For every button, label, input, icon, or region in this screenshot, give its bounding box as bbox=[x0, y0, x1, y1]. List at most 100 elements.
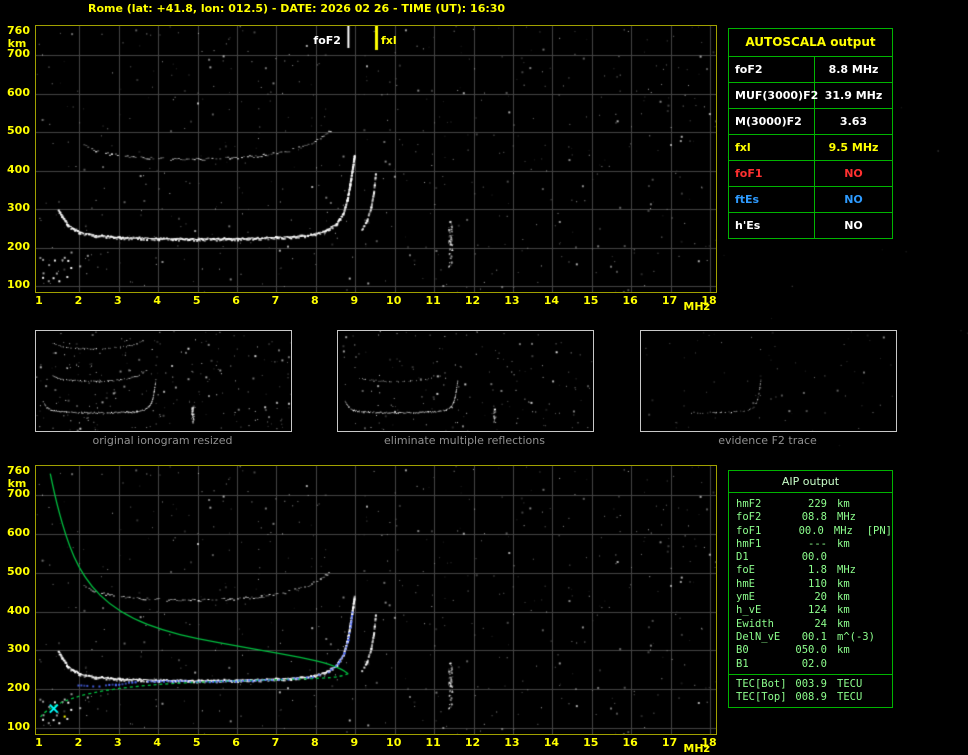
param-extra bbox=[871, 498, 892, 511]
x-tick-label: 2 bbox=[74, 294, 83, 307]
param-value: 20 bbox=[814, 591, 827, 604]
autoscala-row: M(3000)F2 3.63 bbox=[729, 108, 892, 134]
x-tick-label: 14 bbox=[543, 736, 559, 749]
fof2-marker-label: foF2 bbox=[313, 34, 341, 47]
param-unit bbox=[827, 551, 871, 564]
x-tick-label: 17 bbox=[661, 294, 678, 307]
x-tick-label: 6 bbox=[232, 736, 240, 749]
x-tick-label: 14 bbox=[543, 294, 559, 307]
param-value: 124 bbox=[808, 604, 827, 617]
param-label: D1 bbox=[736, 551, 749, 564]
param-unit: TECU bbox=[837, 691, 863, 704]
x-tick-label: 10 bbox=[386, 736, 402, 749]
thumbnail-caption: original ionogram resized bbox=[92, 434, 233, 447]
x-tick-label: 1 bbox=[35, 294, 43, 307]
param-unit: TECU bbox=[837, 677, 863, 690]
aip-separator bbox=[729, 673, 892, 675]
x-tick-label: 8 bbox=[311, 736, 319, 749]
aip-row: foF1 00.0 MHz [PN] bbox=[729, 525, 892, 538]
thumbnail-caption: evidence F2 trace bbox=[718, 434, 817, 447]
x-axis-unit: MHz bbox=[683, 300, 710, 313]
aip-row: hmF2 229 km bbox=[729, 498, 892, 511]
fxl-marker-label: fxl bbox=[381, 34, 397, 47]
y-tick-label: 760 bbox=[7, 24, 30, 37]
autoscala-window: Rome (lat: +41.8, lon: 012.5) - DATE: 20… bbox=[0, 0, 968, 755]
param-unit bbox=[827, 658, 871, 671]
param-unit: km bbox=[837, 591, 850, 604]
autoscala-row: MUF(3000)F2 31.9 MHz bbox=[729, 82, 892, 108]
param-extra bbox=[871, 591, 892, 604]
top-ionogram-panel bbox=[35, 25, 717, 293]
param-value: NO bbox=[844, 193, 863, 206]
ionogram-canvas bbox=[36, 26, 716, 292]
aip-table-title: AIP output bbox=[729, 471, 892, 493]
x-tick-label: 11 bbox=[425, 294, 441, 307]
param-label: B0 bbox=[736, 644, 749, 657]
x-tick-label: 5 bbox=[192, 736, 201, 749]
param-label: MUF(3000)F2 bbox=[729, 83, 818, 108]
param-unit: km bbox=[837, 537, 850, 550]
thumbnail-caption: eliminate multiple reflections bbox=[384, 434, 545, 447]
param-extra: [PN] bbox=[866, 524, 892, 537]
aip-row: hmF1 --- km bbox=[729, 538, 892, 551]
param-unit: MHz bbox=[837, 564, 856, 577]
param-value: 00.0 bbox=[798, 524, 824, 537]
param-label: Ewidth bbox=[736, 617, 774, 630]
x-tick-label: 16 bbox=[622, 736, 638, 749]
y-tick-label: 400 bbox=[7, 603, 30, 617]
param-unit: km bbox=[837, 577, 850, 590]
bottom-ionogram-panel bbox=[35, 465, 717, 735]
param-extra bbox=[871, 658, 892, 671]
y-tick-label: 300 bbox=[7, 642, 30, 656]
aip-row: Ewidth 24 km bbox=[729, 618, 892, 631]
x-tick-label: 3 bbox=[113, 294, 122, 307]
param-extra bbox=[871, 631, 892, 644]
param-label: foE bbox=[736, 564, 755, 577]
ionogram-profile-canvas bbox=[36, 466, 716, 734]
autoscala-table-title: AUTOSCALA output bbox=[745, 35, 876, 49]
x-tick-label: 8 bbox=[311, 294, 319, 307]
param-label: fxl bbox=[729, 135, 815, 160]
thumbnail-evidence-f2 bbox=[640, 330, 897, 432]
param-unit: MHz bbox=[837, 511, 856, 524]
param-value: --- bbox=[808, 537, 827, 550]
param-value: 050.0 bbox=[795, 644, 827, 657]
param-value: 110 bbox=[808, 577, 827, 590]
y-tick-label: 760 bbox=[7, 464, 30, 477]
y-tick-label: 200 bbox=[7, 239, 30, 253]
x-tick-label: 5 bbox=[192, 294, 201, 307]
param-label: foF2 bbox=[736, 511, 762, 524]
param-value: 9.5 MHz bbox=[828, 141, 879, 154]
y-tick-label: 400 bbox=[7, 162, 30, 176]
y-axis-unit: km bbox=[7, 477, 27, 490]
param-label: h'Es bbox=[729, 213, 815, 238]
param-extra bbox=[871, 551, 892, 564]
param-value: 8.8 MHz bbox=[828, 63, 879, 76]
param-value: NO bbox=[844, 219, 863, 232]
param-label: M(3000)F2 bbox=[729, 109, 815, 134]
param-extra bbox=[871, 578, 892, 591]
y-tick-label: 200 bbox=[7, 681, 30, 695]
param-extra bbox=[871, 564, 892, 577]
param-value: 008.9 bbox=[795, 691, 827, 704]
aip-table-rows: hmF2 229 km foF2 08.8 MHz foF1 00.0 MHz [PN] hmF1 -… bbox=[729, 493, 892, 707]
thumbnail-canvas bbox=[36, 331, 291, 431]
param-value: 00.0 bbox=[801, 551, 827, 564]
param-value: 24 bbox=[814, 617, 827, 630]
aip-table: AIP output hmF2 229 km foF2 08.8 MHz foF1 00.0 M… bbox=[728, 470, 893, 709]
y-axis-unit: km bbox=[7, 37, 27, 50]
param-label: hmF1 bbox=[736, 537, 762, 550]
param-label: foF1 bbox=[736, 524, 762, 537]
autoscala-row: ftEs NO bbox=[729, 186, 892, 212]
param-value: 31.9 MHz bbox=[824, 89, 883, 102]
x-tick-label: 4 bbox=[153, 294, 162, 307]
param-label: DelN_vE bbox=[736, 630, 781, 643]
x-tick-label: 9 bbox=[350, 294, 359, 307]
y-tick-label: 100 bbox=[7, 278, 30, 291]
x-axis-unit: MHz bbox=[683, 742, 710, 755]
y-tick-label: 500 bbox=[7, 124, 30, 138]
x-tick-label: 6 bbox=[232, 294, 240, 307]
y-tick-label: 500 bbox=[7, 564, 30, 578]
param-unit: km bbox=[837, 498, 850, 510]
x-tick-label: 7 bbox=[271, 736, 280, 749]
